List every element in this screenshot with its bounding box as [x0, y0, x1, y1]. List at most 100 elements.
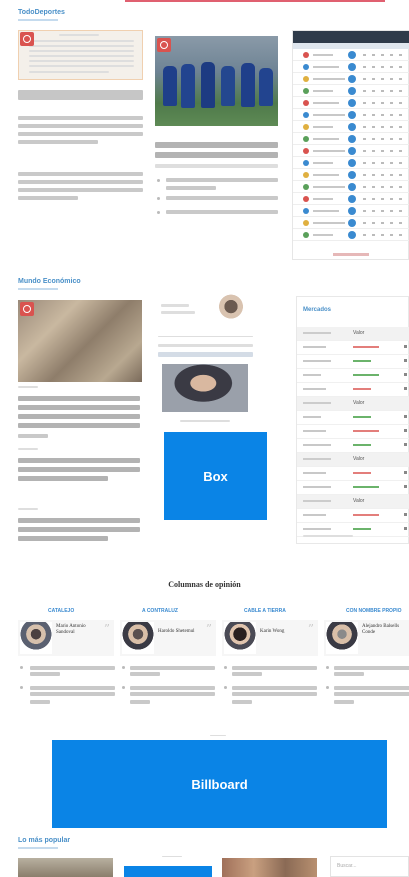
- opinion-link-line[interactable]: [130, 666, 215, 670]
- author-card[interactable]: [158, 294, 253, 332]
- opinion-link-line[interactable]: [130, 700, 150, 704]
- headline-placeholder[interactable]: [18, 458, 140, 463]
- opinion-author-card[interactable]: Mario Antonio Sandoval”: [18, 620, 114, 656]
- standings-row[interactable]: [293, 231, 409, 241]
- chevron-right-icon[interactable]: [404, 471, 407, 474]
- opinion-link-line[interactable]: [130, 686, 215, 690]
- standings-table-more-link[interactable]: [333, 253, 369, 256]
- opinion-link-line[interactable]: [130, 692, 215, 696]
- opinion-column[interactable]: CATALEJO Mario Antonio Sandoval”: [18, 606, 115, 716]
- standings-row[interactable]: [293, 87, 409, 97]
- standings-row[interactable]: [293, 123, 409, 133]
- opinion-link-line[interactable]: [334, 666, 409, 670]
- standings-row[interactable]: [293, 63, 409, 73]
- standings-row[interactable]: [293, 51, 409, 61]
- popular-photo-crowd[interactable]: [222, 858, 317, 877]
- opinion-category[interactable]: A CONTRALUZ: [142, 608, 178, 614]
- section-title-popular[interactable]: Lo más popular: [18, 837, 70, 844]
- opinion-link-line[interactable]: [232, 672, 262, 676]
- headline-placeholder[interactable]: [18, 476, 108, 481]
- standings-row[interactable]: [293, 195, 409, 205]
- popular-ad[interactable]: [124, 866, 212, 877]
- related-link[interactable]: [166, 210, 278, 214]
- standings-row[interactable]: [293, 171, 409, 181]
- headline-placeholder[interactable]: [18, 90, 143, 100]
- chevron-right-icon[interactable]: [404, 513, 407, 516]
- article-thumb-document[interactable]: [18, 30, 143, 80]
- opinion-column[interactable]: CON NOMBRE PROPIO Alejandro Balsells Cond…: [324, 606, 409, 716]
- play-icon: [348, 99, 356, 107]
- headline-placeholder[interactable]: [18, 536, 108, 541]
- opinion-link-line[interactable]: [30, 700, 50, 704]
- headline-placeholder[interactable]: [18, 396, 140, 401]
- article-photo-soccer[interactable]: [155, 36, 278, 126]
- standings-row[interactable]: [293, 183, 409, 193]
- headline-placeholder[interactable]: [18, 527, 140, 532]
- standings-row[interactable]: [293, 135, 409, 145]
- related-link[interactable]: [166, 196, 278, 200]
- headline-placeholder[interactable]: [18, 414, 140, 419]
- opinion-category[interactable]: CATALEJO: [48, 608, 74, 614]
- opinion-link-line[interactable]: [30, 686, 115, 690]
- standings-row[interactable]: [293, 111, 409, 121]
- markets-item-value: [353, 346, 379, 348]
- standings-row[interactable]: [293, 159, 409, 169]
- author-name[interactable]: Karin Wong: [260, 629, 304, 635]
- headline-placeholder[interactable]: [155, 142, 278, 148]
- chevron-right-icon[interactable]: [404, 527, 407, 530]
- section-title-economia[interactable]: Mundo Económico: [18, 278, 81, 285]
- chevron-right-icon[interactable]: [404, 345, 407, 348]
- author-name[interactable]: Mario Antonio Sandoval: [56, 624, 100, 636]
- chevron-right-icon[interactable]: [404, 429, 407, 432]
- stat-cell: [363, 222, 366, 224]
- opinion-link-line[interactable]: [334, 672, 364, 676]
- headline-placeholder[interactable]: [155, 152, 278, 158]
- billboard-ad[interactable]: Billboard: [52, 740, 387, 828]
- chevron-right-icon[interactable]: [404, 373, 407, 376]
- chevron-right-icon[interactable]: [404, 387, 407, 390]
- popular-photo-street[interactable]: [18, 858, 113, 877]
- search-input[interactable]: Buscar...: [337, 863, 356, 869]
- chevron-right-icon[interactable]: [404, 415, 407, 418]
- related-link[interactable]: [166, 186, 216, 190]
- opinion-link-line[interactable]: [334, 692, 409, 696]
- section-title-deportes[interactable]: TodoDeportes: [18, 9, 65, 16]
- author-name[interactable]: Alejandro Balsells Conde: [362, 624, 406, 636]
- opinion-column[interactable]: A CONTRALUZ Haroldo Shetemul”: [120, 606, 216, 716]
- search-box[interactable]: Buscar...: [330, 856, 409, 877]
- opinion-category[interactable]: CABLE A TIERRA: [244, 608, 286, 614]
- opinion-author-card[interactable]: Alejandro Balsells Conde”: [324, 620, 409, 656]
- chevron-right-icon[interactable]: [404, 359, 407, 362]
- article-photo-money[interactable]: [18, 300, 142, 382]
- opinion-category[interactable]: CON NOMBRE PROPIO: [346, 608, 402, 614]
- headline-placeholder[interactable]: [18, 423, 140, 428]
- opinion-link-line[interactable]: [232, 666, 317, 670]
- opinion-author-card[interactable]: Haroldo Shetemul”: [120, 620, 216, 656]
- opinion-link-line[interactable]: [232, 692, 317, 696]
- related-link[interactable]: [166, 178, 278, 182]
- standings-row[interactable]: [293, 147, 409, 157]
- standings-row[interactable]: [293, 219, 409, 229]
- article-photo-portrait[interactable]: [162, 364, 248, 412]
- chevron-right-icon[interactable]: [404, 443, 407, 446]
- headline-placeholder[interactable]: [18, 467, 140, 472]
- standings-row[interactable]: [293, 75, 409, 85]
- opinion-link-line[interactable]: [232, 700, 252, 704]
- author-name[interactable]: Haroldo Shetemul: [158, 629, 202, 635]
- markets-footer-link[interactable]: [303, 535, 353, 537]
- standings-row[interactable]: [293, 99, 409, 109]
- headline-placeholder[interactable]: [18, 405, 140, 410]
- opinion-link-line[interactable]: [30, 692, 115, 696]
- opinion-link-line[interactable]: [334, 686, 409, 690]
- opinion-link-line[interactable]: [130, 672, 160, 676]
- opinion-link-line[interactable]: [30, 672, 60, 676]
- standings-row[interactable]: [293, 207, 409, 217]
- headline-placeholder[interactable]: [18, 518, 140, 523]
- box-ad[interactable]: Box: [164, 432, 267, 520]
- chevron-right-icon[interactable]: [404, 485, 407, 488]
- opinion-author-card[interactable]: Karin Wong”: [222, 620, 318, 656]
- opinion-link-line[interactable]: [334, 700, 354, 704]
- opinion-link-line[interactable]: [232, 686, 317, 690]
- opinion-column[interactable]: CABLE A TIERRA Karin Wong”: [222, 606, 318, 716]
- opinion-link-line[interactable]: [30, 666, 115, 670]
